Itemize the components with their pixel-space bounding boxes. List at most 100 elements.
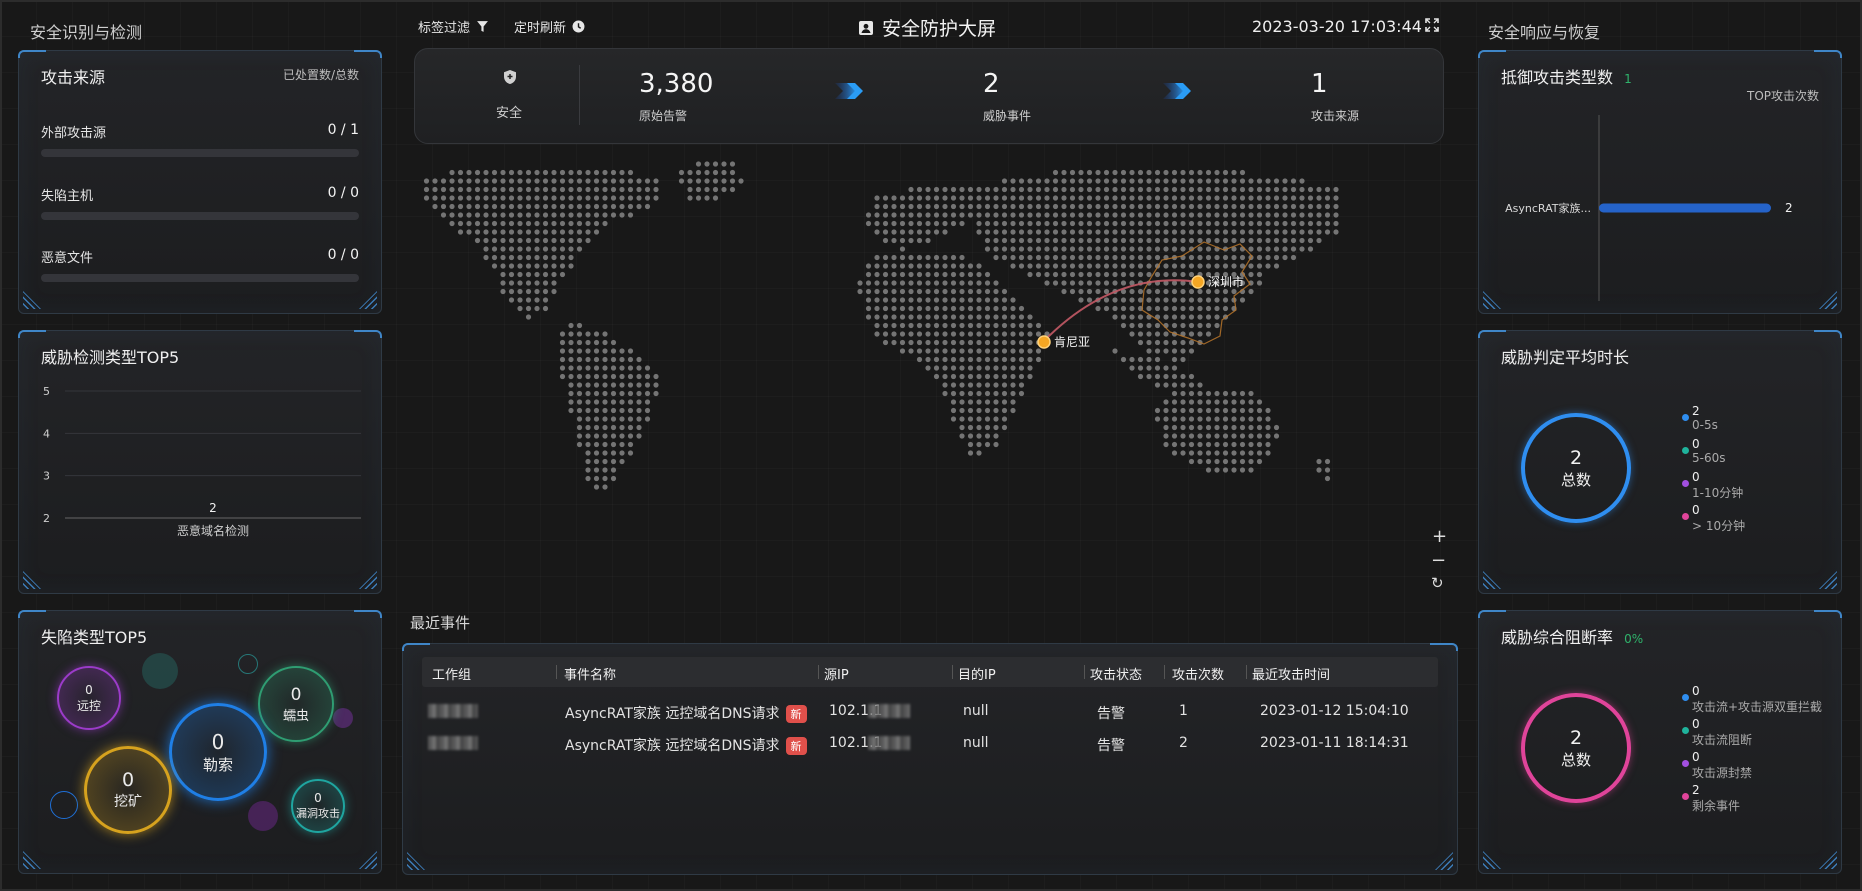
- map-dot: [976, 322, 982, 329]
- column-header[interactable]: 目的IP: [958, 664, 996, 683]
- map-dot: [882, 220, 889, 227]
- map-dot: [525, 314, 532, 320]
- bubble-worm[interactable]: 0 蠕虫: [258, 666, 334, 742]
- map-dot: [1120, 195, 1127, 201]
- fullscreen-icon[interactable]: [1425, 18, 1439, 32]
- bubble-mining[interactable]: 0 挖矿: [84, 746, 172, 834]
- map-dot: [1188, 169, 1195, 176]
- map-dot: [1129, 195, 1135, 201]
- map-dot: [1214, 203, 1220, 210]
- map-dot: [568, 348, 574, 354]
- map-dot: [1154, 416, 1161, 422]
- map-dot: [1222, 467, 1229, 473]
- map-dot: [984, 416, 991, 422]
- map-dot: [1324, 212, 1331, 218]
- column-header[interactable]: 攻击次数: [1172, 664, 1224, 683]
- map-dot: [891, 314, 897, 320]
- map-dot: [483, 220, 489, 227]
- column-header[interactable]: 事件名称: [564, 664, 616, 683]
- column-header[interactable]: 源IP: [824, 664, 849, 683]
- map-dot: [593, 331, 600, 337]
- map-dot: [1171, 305, 1178, 312]
- map-dot: [984, 390, 991, 397]
- kenya-marker[interactable]: [1037, 335, 1051, 349]
- map-dot: [559, 169, 566, 176]
- map-dot: [976, 203, 982, 210]
- map-dot: [984, 305, 991, 312]
- map-dot: [1307, 220, 1314, 227]
- avg-time-panel: 威胁判定平均时长 2 总数 2 0-5s 0 5-60s 0 1-10分钟 0 > 10分钟: [1478, 330, 1842, 594]
- map-dot: [1197, 237, 1203, 244]
- map-dot: [967, 407, 974, 414]
- progress-row-compromised-host[interactable]: 失陷主机 0 / 0: [41, 185, 359, 220]
- reset-view-button[interactable]: ↻: [1431, 574, 1444, 592]
- map-dot: [908, 254, 914, 261]
- bar[interactable]: [1599, 203, 1771, 213]
- map-dot: [1163, 212, 1169, 218]
- map-dot: [1222, 263, 1229, 269]
- bubble-remote-control[interactable]: 0 远控: [57, 666, 121, 730]
- map-dot: [993, 186, 999, 193]
- map-dot: [1256, 237, 1263, 244]
- map-dot: [1316, 237, 1322, 244]
- map-dot: [1188, 373, 1195, 380]
- column-header[interactable]: 攻击状态: [1090, 664, 1142, 683]
- map-dot: [593, 203, 600, 210]
- world-map[interactable]: 深圳市 肯尼亚 + − ↻: [414, 160, 1447, 600]
- map-dot: [916, 203, 923, 210]
- map-dot: [933, 263, 940, 269]
- map-dot: [1333, 186, 1339, 193]
- map-dot: [1299, 229, 1305, 235]
- zoom-out-button[interactable]: −: [1431, 550, 1446, 571]
- bubble-exploit[interactable]: 0 漏洞攻击: [291, 779, 345, 833]
- map-dot: [712, 161, 719, 167]
- map-dot: [508, 263, 515, 269]
- zoom-in-button[interactable]: +: [1432, 526, 1447, 547]
- map-dot: [916, 237, 923, 244]
- map-dot: [1171, 407, 1178, 414]
- timed-refresh-button[interactable]: 定时刷新: [514, 17, 585, 36]
- column-header[interactable]: 最近攻击时间: [1252, 664, 1330, 683]
- block-rate-ring[interactable]: 2 总数: [1521, 693, 1631, 803]
- map-dot: [653, 186, 659, 193]
- bubble-ransomware[interactable]: 0 勒索: [169, 703, 267, 801]
- event-name: AsyncRAT家族 远控域名DNS请求: [565, 706, 780, 722]
- map-dot: [559, 195, 566, 201]
- map-dot: [1248, 195, 1254, 201]
- map-dot: [610, 348, 617, 354]
- map-dot: [1095, 305, 1101, 312]
- map-dot: [976, 399, 982, 405]
- avg-time-ring[interactable]: 2 总数: [1521, 413, 1631, 523]
- map-dot: [1239, 407, 1246, 414]
- progress-row-malicious-file[interactable]: 恶意文件 0 / 0: [41, 247, 359, 282]
- map-dot: [508, 254, 515, 261]
- progress-row-external[interactable]: 外部攻击源 0 / 1: [41, 122, 359, 157]
- map-dot: [1120, 280, 1127, 286]
- map-dot: [874, 297, 880, 303]
- map-dot: [551, 271, 557, 278]
- tag-filter-button[interactable]: 标签过滤: [418, 17, 489, 36]
- bubble-value: 0: [290, 684, 302, 705]
- map-dot: [508, 186, 515, 193]
- map-dot: [1231, 254, 1237, 261]
- map-dot: [576, 331, 583, 337]
- map-dot: [517, 280, 523, 286]
- map-dot: [1086, 237, 1093, 244]
- map-dot: [882, 195, 889, 201]
- map-dot: [644, 195, 651, 201]
- map-dot: [1052, 271, 1059, 278]
- map-dot: [568, 220, 574, 227]
- map-dot: [1010, 263, 1016, 269]
- map-dot: [1154, 331, 1161, 337]
- map-dot: [1078, 288, 1084, 295]
- tag-filter-label: 标签过滤: [418, 21, 471, 36]
- threat-events-label: 威胁事件: [983, 109, 1032, 123]
- shenzhen-marker[interactable]: [1191, 275, 1205, 289]
- map-dot: [534, 229, 540, 235]
- map-dot: [1231, 212, 1237, 218]
- map-dot: [1129, 331, 1135, 337]
- column-header[interactable]: 工作组: [432, 664, 471, 683]
- map-dot: [1078, 263, 1084, 269]
- map-dot: [1069, 203, 1076, 210]
- map-dot: [1154, 271, 1161, 278]
